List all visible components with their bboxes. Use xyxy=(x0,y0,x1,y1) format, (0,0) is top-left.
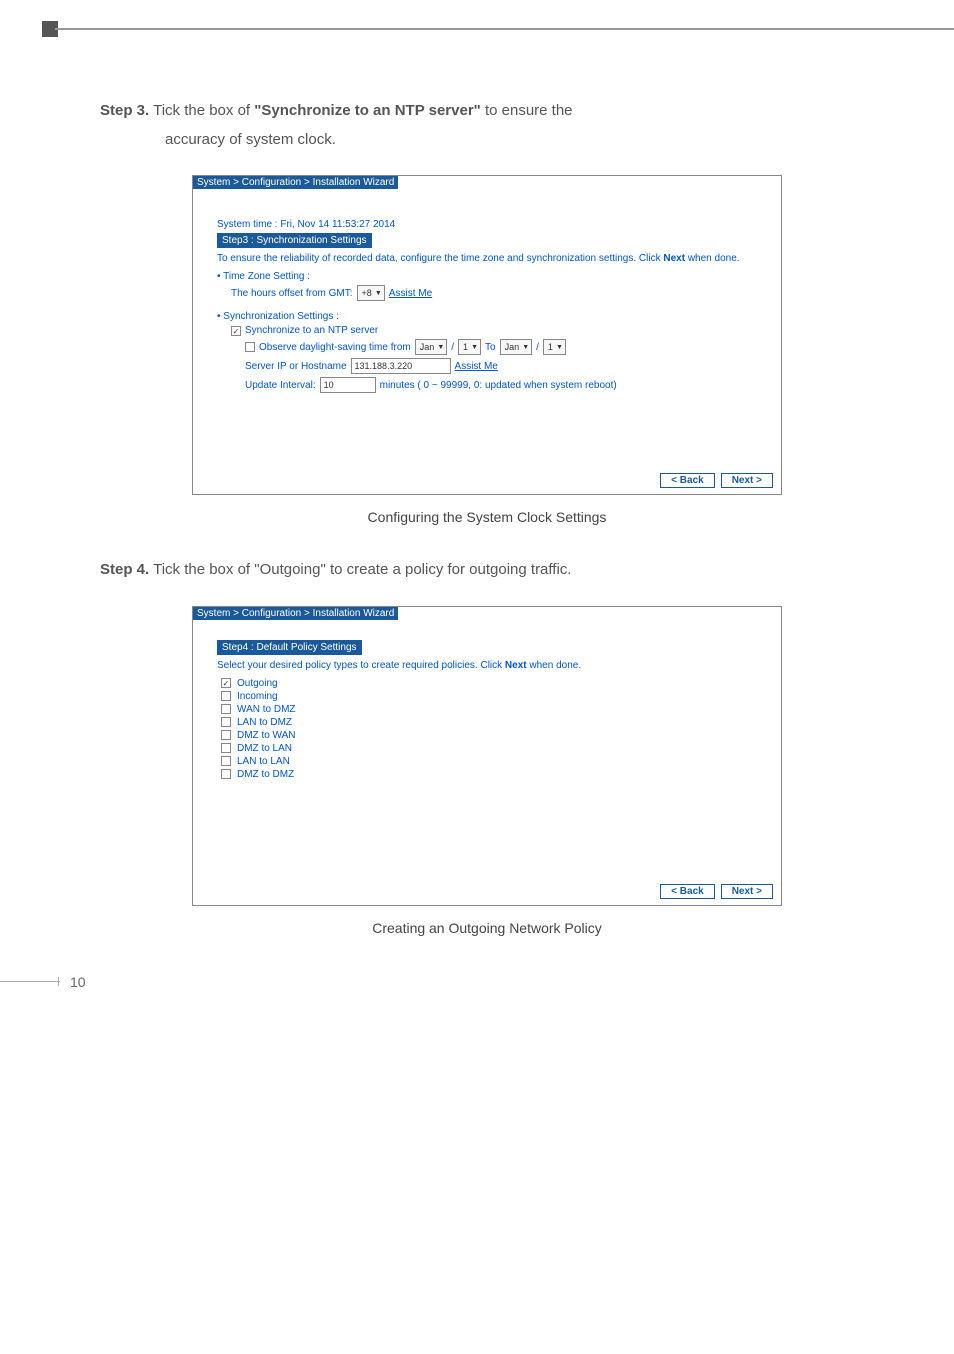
timezone-bullet: • Time Zone Setting : xyxy=(217,271,757,282)
footer-rule xyxy=(0,981,60,982)
step3-line1: Step 3. Tick the box of "Synchronize to … xyxy=(100,100,874,123)
timezone-row: The hours offset from GMT: +8 Assist Me xyxy=(231,285,757,301)
policy-item: WAN to DMZ xyxy=(221,704,757,715)
wizard-description-2: Select your desired policy types to crea… xyxy=(217,659,757,672)
policy-checkbox[interactable] xyxy=(221,743,231,753)
update-input[interactable]: 10 xyxy=(320,377,376,393)
server-row: Server IP or Hostname 131.188.3.220 Assi… xyxy=(245,358,757,374)
daylight-checkbox[interactable] xyxy=(245,342,255,352)
policy-label: WAN to DMZ xyxy=(237,704,296,715)
policy-checkbox[interactable] xyxy=(221,704,231,714)
to-month-select[interactable]: Jan xyxy=(500,339,533,355)
daylight-label: Observe daylight-saving time from xyxy=(259,342,411,353)
policy-list: Outgoing Incoming WAN to DMZ LAN to DMZ DMZ … xyxy=(217,678,757,780)
to-label: To xyxy=(485,342,496,353)
ntp-checkbox[interactable] xyxy=(231,326,241,336)
policy-label: LAN to LAN xyxy=(237,756,290,767)
wizard-buttons-2: < Back Next > xyxy=(193,880,781,905)
policy-label: DMZ to LAN xyxy=(237,743,292,754)
policy-label: LAN to DMZ xyxy=(237,717,292,728)
policy-checkbox[interactable] xyxy=(221,678,231,688)
policy-checkbox[interactable] xyxy=(221,730,231,740)
update-row: Update Interval: 10 minutes ( 0 ~ 99999,… xyxy=(245,377,757,393)
policy-label: Outgoing xyxy=(237,678,278,689)
policy-item: LAN to DMZ xyxy=(221,717,757,728)
back-button[interactable]: < Back xyxy=(660,473,715,488)
policy-checkbox[interactable] xyxy=(221,769,231,779)
header-rule xyxy=(55,28,954,30)
tz-label: The hours offset from GMT: xyxy=(231,288,353,299)
assist-me-link[interactable]: Assist Me xyxy=(389,288,432,299)
assist-me-link-2[interactable]: Assist Me xyxy=(455,361,498,372)
policy-item: DMZ to WAN xyxy=(221,730,757,741)
screenshot-step4: System > Configuration > Installation Wi… xyxy=(192,606,782,906)
policy-item: LAN to LAN xyxy=(221,756,757,767)
from-day-select[interactable]: 1 xyxy=(458,339,481,355)
page-content: Step 3. Tick the box of "Synchronize to … xyxy=(0,0,954,1010)
step3-prefix: Tick the box of xyxy=(153,102,254,119)
page-number: 10 xyxy=(70,974,86,990)
caption-1: Configuring the System Clock Settings xyxy=(100,509,874,525)
breadcrumb-2: System > Configuration > Installation Wi… xyxy=(193,607,398,620)
sync-bullet: • Synchronization Settings : xyxy=(217,311,757,322)
policy-item: Outgoing xyxy=(221,678,757,689)
ntp-label: Synchronize to an NTP server xyxy=(245,325,378,336)
step4-line: Step 4. Tick the box of "Outgoing" to cr… xyxy=(100,559,874,582)
step4-label: Step 4. xyxy=(100,561,149,578)
next-button[interactable]: Next > xyxy=(721,473,773,488)
policy-checkbox[interactable] xyxy=(221,691,231,701)
update-label: Update Interval: xyxy=(245,380,316,391)
step3-label: Step 3. xyxy=(100,102,149,119)
to-day-select[interactable]: 1 xyxy=(543,339,566,355)
step4-text: Tick the box of "Outgoing" to create a p… xyxy=(153,561,571,578)
server-input[interactable]: 131.188.3.220 xyxy=(351,358,451,374)
policy-item: Incoming xyxy=(221,691,757,702)
policy-item: DMZ to LAN xyxy=(221,743,757,754)
footer-tick xyxy=(58,977,59,986)
daylight-row: Observe daylight-saving time from Jan / … xyxy=(245,339,757,355)
breadcrumb: System > Configuration > Installation Wi… xyxy=(193,176,398,189)
step3-highlight: "Synchronize to an NTP server" xyxy=(254,102,481,119)
wizard-buttons: < Back Next > xyxy=(193,469,781,494)
policy-checkbox[interactable] xyxy=(221,756,231,766)
policy-checkbox[interactable] xyxy=(221,717,231,727)
policy-label: DMZ to DMZ xyxy=(237,769,294,780)
policy-item: DMZ to DMZ xyxy=(221,769,757,780)
from-month-select[interactable]: Jan xyxy=(415,339,448,355)
screenshot-step3: System > Configuration > Installation Wi… xyxy=(192,175,782,495)
caption-2: Creating an Outgoing Network Policy xyxy=(100,920,874,936)
back-button-2[interactable]: < Back xyxy=(660,884,715,899)
system-time: System time : Fri, Nov 14 11:53:27 2014 xyxy=(217,219,757,230)
wizard-body-2: Step4 : Default Policy Settings Select y… xyxy=(193,620,781,880)
policy-label: DMZ to WAN xyxy=(237,730,296,741)
update-suffix: minutes ( 0 ~ 99999, 0: updated when sys… xyxy=(380,380,617,391)
tz-select[interactable]: +8 xyxy=(357,285,385,301)
step3-suffix: to ensure the xyxy=(485,102,573,119)
server-label: Server IP or Hostname xyxy=(245,361,347,372)
sync-ntp-row: Synchronize to an NTP server xyxy=(231,325,757,336)
step3-line2: accuracy of system clock. xyxy=(165,129,874,152)
next-button-2[interactable]: Next > xyxy=(721,884,773,899)
policy-label: Incoming xyxy=(237,691,278,702)
wizard-step-header: Step3 : Synchronization Settings xyxy=(217,233,372,248)
wizard-body: System time : Fri, Nov 14 11:53:27 2014 … xyxy=(193,189,781,469)
wizard-description: To ensure the reliability of recorded da… xyxy=(217,252,757,265)
wizard-step-header-2: Step4 : Default Policy Settings xyxy=(217,640,362,655)
